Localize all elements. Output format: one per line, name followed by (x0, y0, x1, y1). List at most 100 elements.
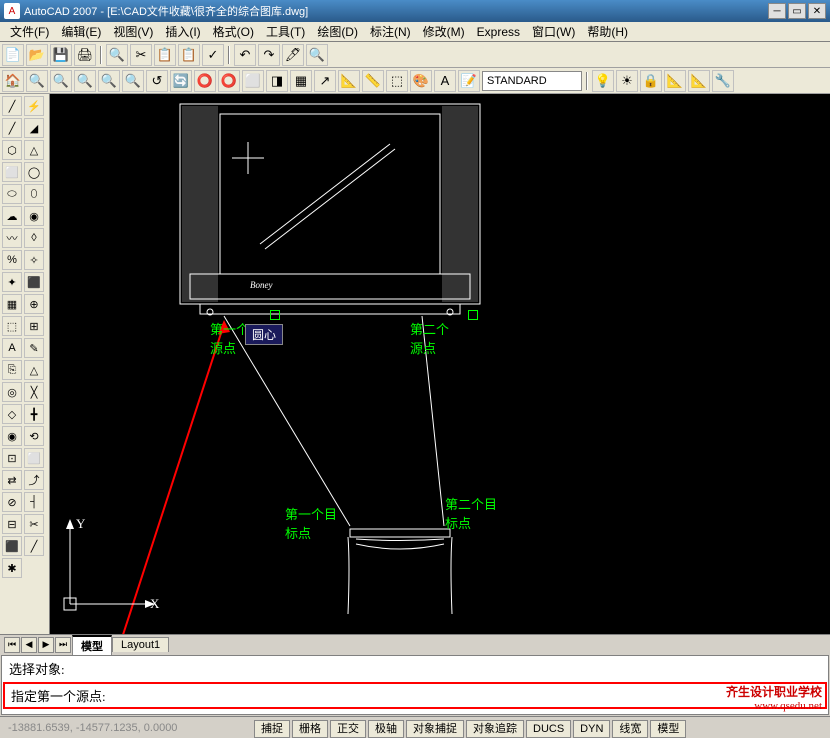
draw-tool-button[interactable]: ⊕ (24, 294, 44, 314)
draw-tool-button[interactable]: ☁ (2, 206, 22, 226)
modify-tool-button[interactable]: ⊡ (2, 448, 22, 468)
draw-tool-button[interactable]: ⚡ (24, 96, 44, 116)
status-toggle[interactable]: 线宽 (612, 720, 648, 738)
modify-tool-button[interactable]: ⤴ (24, 470, 44, 490)
modify-tool-button[interactable]: ⎘ (2, 360, 22, 380)
draw-tool-button[interactable]: ◢ (24, 118, 44, 138)
modify-tool-button[interactable]: ⊘ (2, 492, 22, 512)
menu-item[interactable]: 帮助(H) (581, 21, 634, 42)
status-toggle[interactable]: 对象追踪 (466, 720, 524, 738)
modify-tool-button[interactable]: △ (24, 360, 44, 380)
draw-tool-button[interactable]: ✦ (2, 272, 22, 292)
toolbar-button[interactable]: 🔍 (106, 44, 128, 66)
menu-item[interactable]: 绘图(D) (311, 21, 364, 42)
menu-item[interactable]: 格式(O) (207, 21, 260, 42)
toolbar-button[interactable]: 🔍 (122, 70, 144, 92)
modify-tool-button[interactable]: ⇄ (2, 470, 22, 490)
draw-tool-button[interactable]: ⬭ (2, 184, 22, 204)
draw-tool-button[interactable]: △ (24, 140, 44, 160)
toolbar-button[interactable]: 📄 (2, 44, 24, 66)
toolbar-button[interactable]: ⬚ (386, 70, 408, 92)
layer-toolbar-button[interactable]: ☀ (616, 70, 638, 92)
toolbar-button[interactable]: 🔍 (74, 70, 96, 92)
maximize-button[interactable]: ▭ (788, 3, 806, 19)
layer-toolbar-button[interactable]: 🔒 (640, 70, 662, 92)
toolbar-button[interactable]: 🔍 (306, 44, 328, 66)
draw-tool-button[interactable]: ◉ (24, 206, 44, 226)
draw-tool-button[interactable]: ✧ (24, 250, 44, 270)
text-style-select[interactable] (482, 71, 582, 91)
draw-tool-button[interactable]: ╱ (2, 118, 22, 138)
toolbar-button[interactable]: A (434, 70, 456, 92)
toolbar-button[interactable]: 🔍 (98, 70, 120, 92)
draw-tool-button[interactable]: 〰 (2, 228, 22, 248)
tab-nav-button[interactable]: ⏭ (55, 637, 71, 653)
tab-nav-button[interactable]: ▶ (38, 637, 54, 653)
modify-tool-button[interactable]: ╱ (24, 536, 44, 556)
status-toggle[interactable]: 模型 (650, 720, 686, 738)
toolbar-button[interactable]: 📂 (26, 44, 48, 66)
menu-item[interactable]: Express (471, 23, 526, 41)
menu-item[interactable]: 编辑(E) (55, 21, 107, 42)
modify-tool-button[interactable]: ⊟ (2, 514, 22, 534)
close-button[interactable]: ✕ (808, 3, 826, 19)
toolbar-button[interactable]: 🏠 (2, 70, 24, 92)
toolbar-button[interactable]: ✂ (130, 44, 152, 66)
menu-item[interactable]: 视图(V) (107, 21, 159, 42)
menu-item[interactable]: 文件(F) (4, 21, 55, 42)
toolbar-button[interactable]: 🔍 (26, 70, 48, 92)
tab-nav-button[interactable]: ◀ (21, 637, 37, 653)
status-toggle[interactable]: 栅格 (292, 720, 328, 738)
draw-tool-button[interactable]: ⬚ (2, 316, 22, 336)
draw-tool-button[interactable]: % (2, 250, 22, 270)
layer-toolbar-button[interactable]: 🔧 (712, 70, 734, 92)
toolbar-button[interactable]: 🔄 (170, 70, 192, 92)
minimize-button[interactable]: ─ (768, 3, 786, 19)
modify-tool-button[interactable]: ⟲ (24, 426, 44, 446)
modify-tool-button[interactable]: ◇ (2, 404, 22, 424)
toolbar-button[interactable]: 🎨 (410, 70, 432, 92)
modify-tool-button[interactable]: ╳ (24, 382, 44, 402)
toolbar-button[interactable]: ↺ (146, 70, 168, 92)
toolbar-button[interactable]: ⬜ (242, 70, 264, 92)
toolbar-button[interactable]: 📋 (154, 44, 176, 66)
draw-tool-button[interactable]: ⬜ (2, 162, 22, 182)
draw-tool-button[interactable]: ◊ (24, 228, 44, 248)
toolbar-button[interactable]: ✓ (202, 44, 224, 66)
modify-tool-button[interactable]: ⬛ (2, 536, 22, 556)
draw-tool-button[interactable]: ◯ (24, 162, 44, 182)
toolbar-button[interactable]: ⭕ (194, 70, 216, 92)
toolbar-button[interactable]: ◨ (266, 70, 288, 92)
modify-tool-button[interactable]: ┤ (24, 492, 44, 512)
layout-tab[interactable]: 模型 (72, 635, 112, 655)
toolbar-button[interactable]: 📏 (362, 70, 384, 92)
menu-item[interactable]: 窗口(W) (526, 21, 581, 42)
toolbar-button[interactable]: 🔍 (50, 70, 72, 92)
modify-tool-button[interactable]: ◎ (2, 382, 22, 402)
status-toggle[interactable]: 正交 (330, 720, 366, 738)
modify-tool-button[interactable]: ◉ (2, 426, 22, 446)
menu-item[interactable]: 标注(N) (364, 21, 417, 42)
modify-tool-button[interactable]: ✂ (24, 514, 44, 534)
toolbar-button[interactable]: 📋 (178, 44, 200, 66)
drawing-canvas[interactable]: 第一个 源点 第二个 源点 第一个目 标点 第二个目 标点 圆心 Y X Bon… (50, 94, 830, 634)
command-window[interactable]: 选择对象: 指定第一个源点: (1, 655, 829, 715)
command-prompt[interactable]: 指定第一个源点: (3, 682, 827, 709)
layer-toolbar-button[interactable]: 📐 (664, 70, 686, 92)
draw-tool-button[interactable]: ⊞ (24, 316, 44, 336)
toolbar-button[interactable]: 🖨 (74, 44, 96, 66)
toolbar-button[interactable]: 💾 (50, 44, 72, 66)
layout-tab[interactable]: Layout1 (112, 637, 169, 652)
draw-tool-button[interactable]: ╱ (2, 96, 22, 116)
toolbar-button[interactable]: ↷ (258, 44, 280, 66)
status-toggle[interactable]: 极轴 (368, 720, 404, 738)
modify-tool-button[interactable]: ✎ (24, 338, 44, 358)
status-toggle[interactable]: 对象捕捉 (406, 720, 464, 738)
modify-tool-button[interactable]: ⬜ (24, 448, 44, 468)
draw-tool-button[interactable]: ⬡ (2, 140, 22, 160)
toolbar-button[interactable]: 📐 (338, 70, 360, 92)
draw-tool-button[interactable]: ⬯ (24, 184, 44, 204)
draw-tool-button[interactable]: ▦ (2, 294, 22, 314)
layer-toolbar-button[interactable]: 💡 (592, 70, 614, 92)
toolbar-button[interactable]: ↗ (314, 70, 336, 92)
